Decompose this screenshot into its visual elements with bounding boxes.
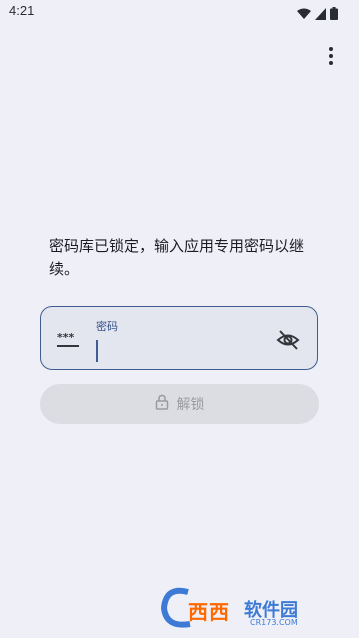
- watermark-logo: 西西 软件园 CR173.COM: [158, 584, 336, 632]
- lock-icon: [155, 394, 169, 414]
- text-cursor: [96, 340, 98, 362]
- password-label: 密码: [96, 320, 118, 333]
- battery-icon: [330, 5, 338, 24]
- password-field[interactable]: *** 密码: [40, 306, 318, 370]
- signal-icon: [315, 5, 326, 24]
- watermark-sub: CR173.COM: [250, 618, 298, 627]
- unlock-label: 解锁: [176, 397, 205, 413]
- svg-text:***: ***: [57, 331, 75, 344]
- status-time: 4:21: [9, 3, 35, 18]
- watermark-brand: 西西: [188, 600, 230, 624]
- status-icons: [297, 5, 338, 24]
- unlock-button[interactable]: 解锁: [40, 384, 319, 424]
- visibility-off-icon[interactable]: [275, 327, 301, 353]
- password-icon: ***: [56, 331, 80, 349]
- password-input[interactable]: [96, 337, 256, 361]
- wifi-icon: [297, 5, 311, 24]
- more-vertical-icon[interactable]: [323, 44, 339, 68]
- locked-message: 密码库已锁定，输入应用专用密码以继续。: [49, 237, 305, 278]
- status-bar: 4:21: [0, 0, 359, 24]
